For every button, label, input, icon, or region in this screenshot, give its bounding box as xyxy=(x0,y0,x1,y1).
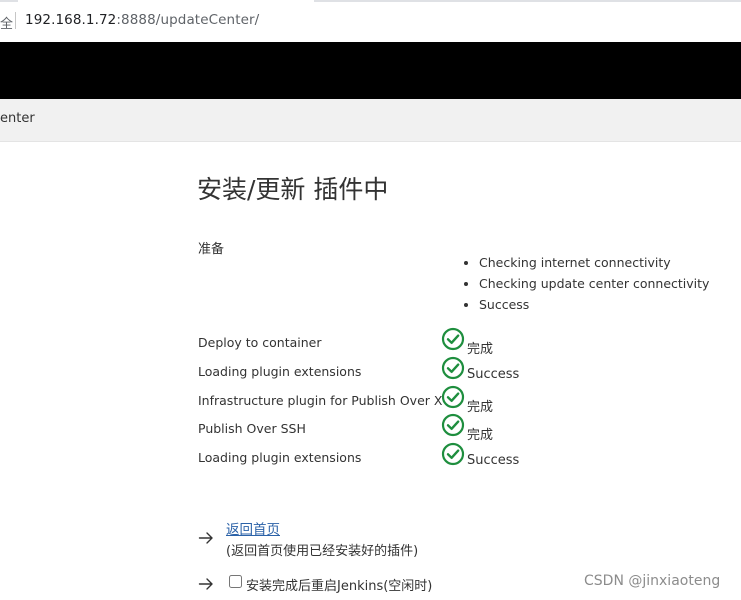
browser-address-bar[interactable]: 全 192.168.1.72:8888/updateCenter/ xyxy=(0,0,741,43)
plugin-name: Loading plugin extensions xyxy=(198,364,362,379)
check-circle-icon xyxy=(441,327,465,351)
status-row-loading-plugin-extensions-2: Loading plugin extensions Success xyxy=(198,442,598,476)
status-text: Success xyxy=(467,367,520,382)
breadcrumb-item-update-center[interactable]: enter xyxy=(0,111,35,126)
status-text: 完成 xyxy=(467,342,494,357)
breadcrumb: enter xyxy=(0,99,741,142)
plugin-name: Deploy to container xyxy=(198,335,322,350)
restart-checkbox[interactable] xyxy=(229,575,242,588)
check-circle-icon xyxy=(441,385,465,409)
check-circle-icon xyxy=(441,413,465,437)
preparation-checks-list: Checking internet connectivity Checking … xyxy=(462,252,709,315)
status-row-infrastructure-plugin: Infrastructure plugin for Publish Over X… xyxy=(198,385,598,419)
url-text[interactable]: 192.168.1.72:8888/updateCenter/ xyxy=(25,12,259,28)
security-indicator[interactable]: 全 xyxy=(0,13,13,32)
page-title: 安装/更新 插件中 xyxy=(197,175,389,204)
return-home-link[interactable]: 返回首页 xyxy=(226,518,280,538)
browser-tab-strip xyxy=(0,0,741,2)
status-text: 完成 xyxy=(467,400,494,415)
status-row-publish-over-ssh: Publish Over SSH 完成 xyxy=(198,413,598,447)
list-item: Success xyxy=(479,294,709,315)
status-text: Success xyxy=(467,453,520,468)
watermark: CSDN @jinxiaoteng xyxy=(584,573,721,589)
preparation-label: 准备 xyxy=(198,242,225,257)
status-row-loading-plugin-extensions: Loading plugin extensions Success xyxy=(198,356,598,390)
arrow-right-icon xyxy=(198,532,213,544)
plugin-name: Infrastructure plugin for Publish Over X xyxy=(198,393,443,408)
url-path: :8888/updateCenter/ xyxy=(116,12,260,28)
arrow-right-icon xyxy=(198,578,213,590)
status-text: 完成 xyxy=(467,428,494,443)
url-host: 192.168.1.72 xyxy=(25,12,117,28)
address-divider xyxy=(15,12,16,29)
plugin-name: Publish Over SSH xyxy=(198,421,306,436)
restart-checkbox-label[interactable]: 安装完成后重启Jenkins(空闲时) xyxy=(246,575,432,594)
return-home-description: (返回首页使用已经安装好的插件) xyxy=(226,544,419,559)
status-row-deploy-to-container: Deploy to container 完成 xyxy=(198,327,598,361)
plugin-name: Loading plugin extensions xyxy=(198,450,362,465)
check-circle-icon xyxy=(441,356,465,380)
list-item: Checking update center connectivity xyxy=(479,273,709,294)
jenkins-header xyxy=(0,42,741,99)
check-circle-icon xyxy=(441,442,465,466)
list-item: Checking internet connectivity xyxy=(479,252,709,273)
